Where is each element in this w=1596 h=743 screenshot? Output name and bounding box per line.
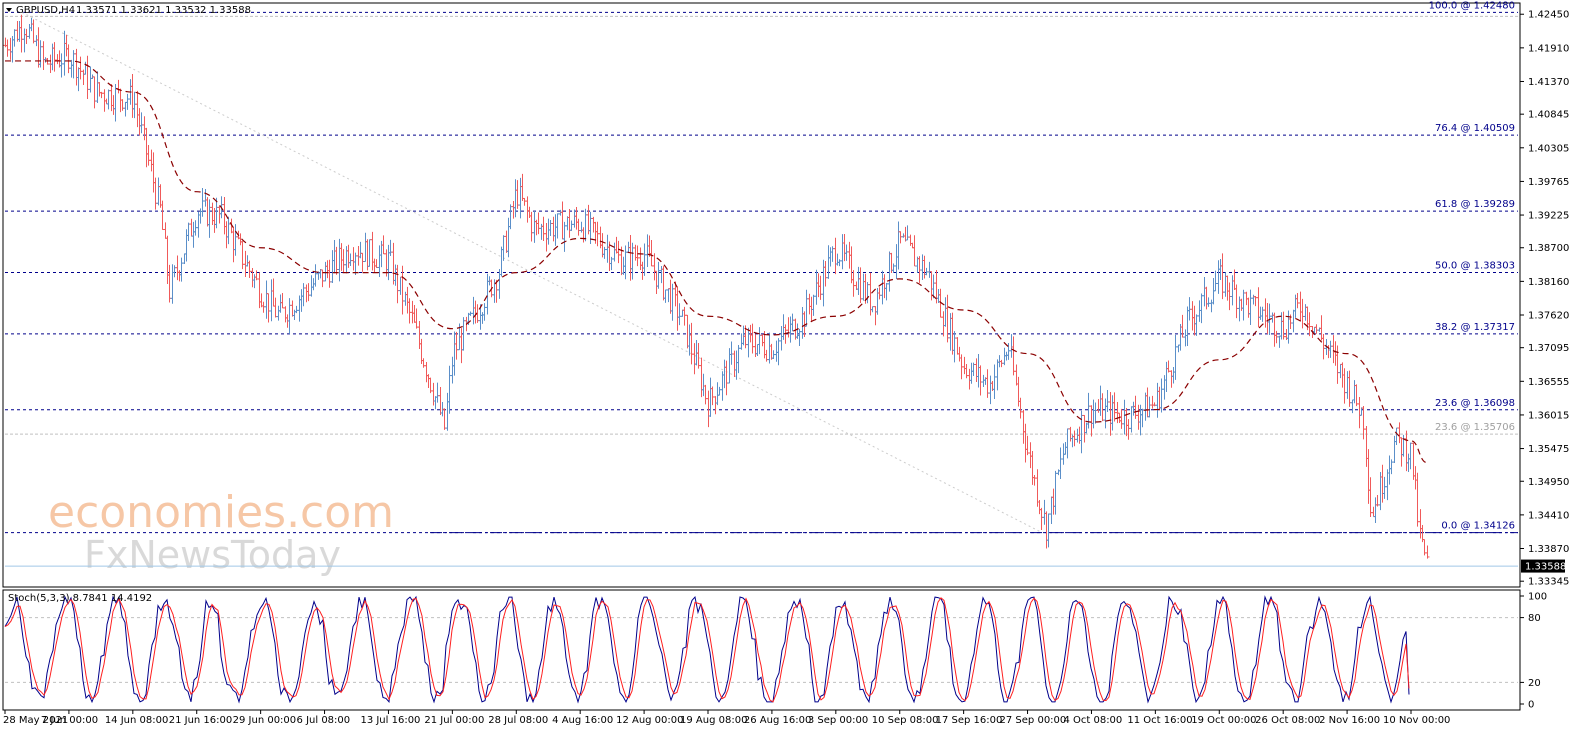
current-price-tag: 1.33588 — [1521, 559, 1566, 573]
fib-label: 38.2 @ 1.37317 — [1435, 322, 1515, 333]
stoch-tick-label: 100 — [1528, 592, 1547, 603]
time-tick-label: 29 Jun 00:00 — [233, 715, 297, 726]
price-tick-label: 1.38700 — [1528, 243, 1569, 254]
stoch-tick-label: 80 — [1528, 613, 1541, 624]
stoch-tick-label: 0 — [1528, 700, 1534, 711]
price-tick-label: 1.34410 — [1528, 510, 1569, 521]
price-tick-label: 1.40305 — [1528, 143, 1569, 154]
watermark-economies: economies.com — [48, 487, 394, 538]
time-tick-label: 19 Aug 08:00 — [680, 715, 747, 726]
price-tick-label: 1.41910 — [1528, 43, 1569, 54]
time-tick-label: 4 Oct 08:00 — [1063, 715, 1122, 726]
price-axis[interactable]: 1.42450 1.41910 1.41370 1.40845 1.40305 1.397… — [1520, 10, 1569, 588]
time-axis[interactable]: 28 May 20217 Jun 00:00 14 Jun 08:00 21 Jun… — [3, 710, 1450, 726]
price-tick-label: 1.38160 — [1528, 277, 1569, 288]
stoch-label: Stoch(5,3,3) 8.7841 14.4192 — [8, 593, 152, 604]
time-tick-label: 3 Sep 00:00 — [808, 715, 868, 726]
price-tick-label: 1.37620 — [1528, 310, 1569, 321]
price-tick-label: 1.42450 — [1528, 10, 1569, 21]
time-tick-label: 13 Jul 16:00 — [360, 715, 420, 726]
price-tick-label: 1.36015 — [1528, 410, 1569, 421]
time-tick-label: 26 Oct 08:00 — [1255, 715, 1320, 726]
price-tick-label: 1.39225 — [1528, 211, 1569, 222]
stoch-tick-label: 20 — [1528, 678, 1541, 689]
price-tick-label: 1.33870 — [1528, 544, 1569, 555]
time-tick-label: 19 Oct 00:00 — [1191, 715, 1256, 726]
chart-ohlc: 1.33571 1.33621 1.33532 1.33588 — [76, 5, 251, 16]
price-tick-label: 1.34950 — [1528, 477, 1569, 488]
fib-label: 23.6 @ 1.35706 — [1435, 422, 1515, 433]
time-tick-label: 17 Sep 16:00 — [936, 715, 1003, 726]
fib-label: 76.4 @ 1.40509 — [1435, 123, 1515, 134]
time-tick-label: 26 Aug 16:00 — [744, 715, 811, 726]
time-tick-label: 7 Jun 00:00 — [41, 715, 98, 726]
price-tick-label: 1.35475 — [1528, 444, 1569, 455]
price-tick-label: 1.41370 — [1528, 77, 1569, 88]
fib-label: 0.0 @ 1.34126 — [1441, 521, 1515, 532]
price-tick-label: 1.37095 — [1528, 343, 1569, 354]
time-tick-label: 4 Aug 16:00 — [552, 715, 613, 726]
time-tick-label: 11 Oct 16:00 — [1127, 715, 1192, 726]
chart-symbol: GBPUSD,H4 — [16, 5, 75, 16]
time-tick-label: 27 Sep 00:00 — [1000, 715, 1067, 726]
time-tick-label: 14 Jun 08:00 — [105, 715, 169, 726]
stoch-axis: 100 80 20 0 — [1520, 592, 1547, 711]
price-tick-label: 1.39765 — [1528, 177, 1569, 188]
fib-label: 50.0 @ 1.38303 — [1435, 260, 1515, 271]
price-tick-label: 1.36555 — [1528, 377, 1569, 388]
fib-label: 100.0 @ 1.42480 — [1429, 0, 1515, 11]
time-tick-label: 21 Jul 00:00 — [424, 715, 484, 726]
chart-root: economies.com FxNewsToday 100.0 @ 1.4248… — [2, 0, 1569, 726]
price-tick-label: 1.40845 — [1528, 110, 1569, 121]
time-tick-label: 2 Nov 16:00 — [1319, 715, 1380, 726]
time-tick-label: 10 Nov 00:00 — [1383, 715, 1450, 726]
price-tick-label: 1.33345 — [1528, 577, 1569, 588]
watermark-fxnewstoday: FxNewsToday — [84, 533, 341, 577]
fib-label: 23.6 @ 1.36098 — [1435, 398, 1515, 409]
current-price-value: 1.33588 — [1525, 562, 1566, 573]
fib-label: 61.8 @ 1.39289 — [1435, 199, 1515, 210]
time-tick-label: 12 Aug 00:00 — [616, 715, 683, 726]
time-tick-label: 21 Jun 16:00 — [169, 715, 233, 726]
time-tick-label: 6 Jul 08:00 — [297, 715, 351, 726]
time-tick-label: 28 Jul 08:00 — [488, 715, 548, 726]
time-tick-label: 10 Sep 08:00 — [872, 715, 939, 726]
